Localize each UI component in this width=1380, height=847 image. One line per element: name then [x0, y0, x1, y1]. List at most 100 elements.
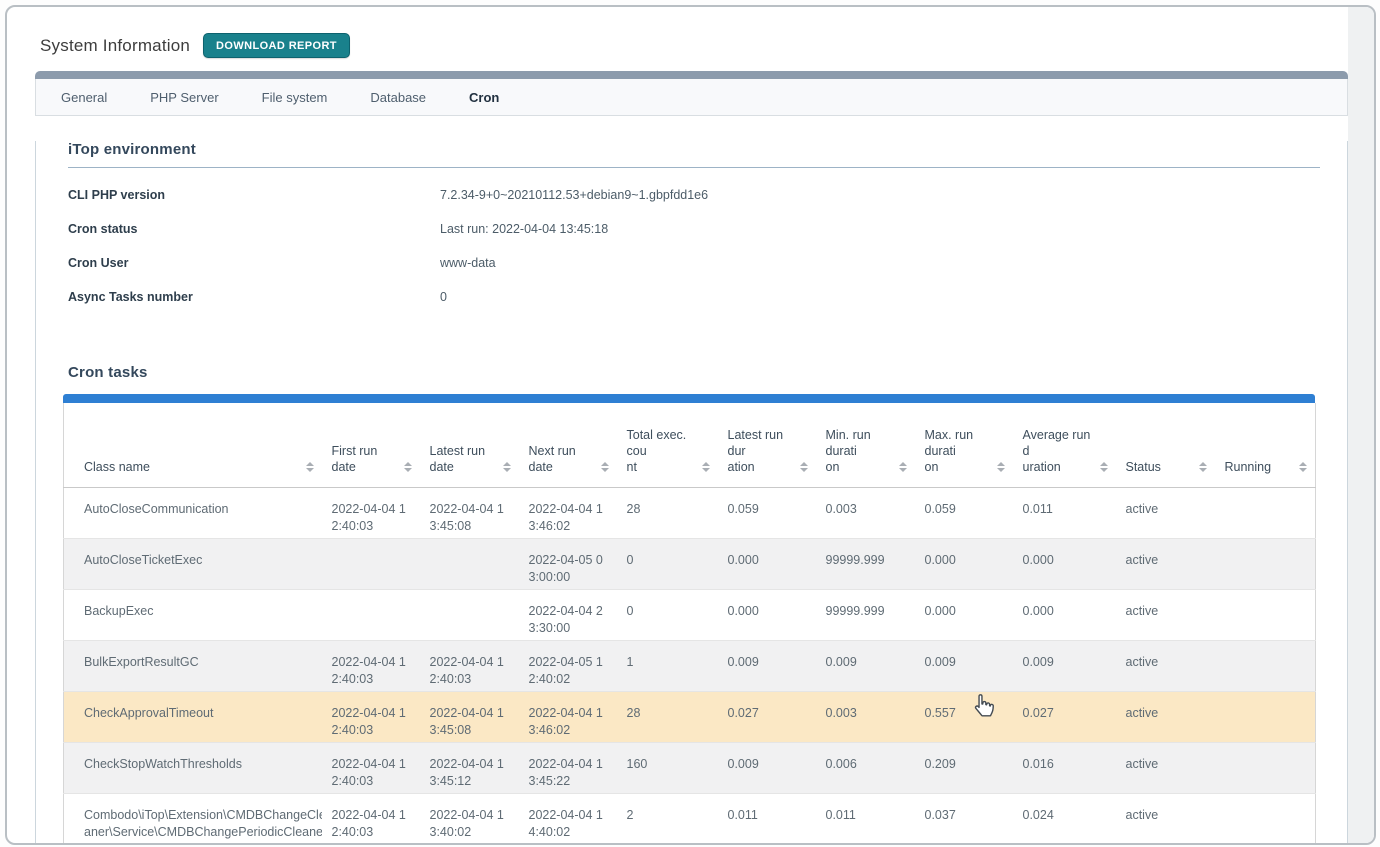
sort-icon[interactable]	[1199, 462, 1207, 472]
field-row: Async Tasks number0	[68, 284, 1320, 318]
tab-container: General PHP Server File system Database Cron…	[35, 71, 1348, 845]
field-row: Cron Userwww-data	[68, 250, 1320, 284]
tab-file-system[interactable]: File system	[262, 90, 328, 105]
column-header[interactable]: Min. run durati on	[816, 403, 915, 488]
system-information-window: System Information DOWNLOAD REPORT Gener…	[5, 5, 1376, 845]
table-cell: CheckApprovalTimeout	[64, 692, 322, 743]
table-cell: 28	[617, 488, 718, 539]
table-cell: active	[1116, 845, 1215, 846]
table-cell: 0.000	[718, 845, 816, 846]
table-cell: 2022-04-04 1 3:40:02	[420, 794, 519, 845]
sort-icon[interactable]	[800, 462, 808, 472]
cron-tab-panel: iTop environment CLI PHP version7.2.34-9…	[35, 141, 1348, 845]
table-cell: 2022-04-04 1 2:40:03	[322, 488, 420, 539]
table-cell	[420, 590, 519, 641]
table-cell: BulkExportResultGC	[64, 641, 322, 692]
column-header[interactable]: Max. run durati on	[915, 403, 1013, 488]
tab-php-server[interactable]: PHP Server	[150, 90, 218, 105]
field-row: CLI PHP version7.2.34-9+0~20210112.53+de…	[68, 182, 1320, 216]
column-header[interactable]: Status	[1116, 403, 1215, 488]
column-header-label: Status	[1126, 459, 1161, 475]
table-cell: 0.000	[915, 845, 1013, 846]
table-cell: AutoCloseTicketExec	[64, 539, 322, 590]
table-cell: active	[1116, 641, 1215, 692]
table-cell	[1215, 845, 1316, 846]
table-cell	[1215, 539, 1316, 590]
table-cell: 0.000	[915, 590, 1013, 641]
table-row[interactable]: CheckApprovalTimeout2022-04-04 1 2:40:03…	[64, 692, 1316, 743]
field-value: 7.2.34-9+0~20210112.53+debian9~1.gbpfdd1…	[440, 188, 708, 202]
sort-icon[interactable]	[404, 462, 412, 472]
table-row[interactable]: BackupExec2022-04-04 2 3:30:0000.0009999…	[64, 590, 1316, 641]
table-cell: 0.011	[816, 794, 915, 845]
table-cell: 0.003	[816, 692, 915, 743]
column-header-label: Running	[1225, 459, 1272, 475]
tab-cron[interactable]: Cron	[469, 90, 499, 105]
table-cell	[420, 539, 519, 590]
column-header[interactable]: First run date	[322, 403, 420, 488]
table-row[interactable]: CheckStopWatchThresholds2022-04-04 1 2:4…	[64, 743, 1316, 794]
column-header[interactable]: Class name	[64, 403, 322, 488]
table-cell: 28	[617, 692, 718, 743]
column-header-label: Latest run dur ation	[728, 427, 796, 475]
column-header-label: Class name	[84, 459, 150, 475]
table-cell: active	[1116, 743, 1215, 794]
table-cell: 0.027	[718, 692, 816, 743]
sort-icon[interactable]	[306, 462, 314, 472]
column-header[interactable]: Average run d uration	[1013, 403, 1116, 488]
table-cell: 2	[617, 794, 718, 845]
table-cell: 2022-04-04 2 3:30:00	[519, 590, 617, 641]
column-header[interactable]: Latest run date	[420, 403, 519, 488]
table-cell: 0.059	[718, 488, 816, 539]
table-cell: 0.024	[1013, 794, 1116, 845]
table-cell: 2022-04-05 1 2:40:02	[519, 641, 617, 692]
field-value: www-data	[440, 256, 496, 270]
column-header-label: Next run date	[529, 443, 597, 475]
table-cell: 0.011	[1013, 488, 1116, 539]
table-cell: 2022-04-04 1 2:40:03	[322, 743, 420, 794]
sort-icon[interactable]	[997, 462, 1005, 472]
download-report-button[interactable]: DOWNLOAD REPORT	[203, 33, 350, 58]
sort-icon[interactable]	[601, 462, 609, 472]
sort-icon[interactable]	[1100, 462, 1108, 472]
table-cell	[1215, 641, 1316, 692]
table-row[interactable]: AutoCloseTicketExec 2022-04-05 0 3:00:00 0…	[64, 539, 1316, 590]
table-cell: active	[1116, 692, 1215, 743]
cron-tasks-section-heading: Cron tasks	[68, 364, 1320, 381]
table-cell: 2022-04-05 0	[519, 845, 617, 846]
table-cell: 0.557	[915, 692, 1013, 743]
table-cell: 2022-04-04 1 3:45:08	[420, 692, 519, 743]
tab-general[interactable]: General	[61, 90, 107, 105]
scrollbar-track[interactable]	[1348, 7, 1374, 843]
table-cell: 0.000	[718, 539, 816, 590]
column-header[interactable]: Total exec. cou nt	[617, 403, 718, 488]
table-row[interactable]: AutoCloseCommunication2022-04-04 1 2:40:…	[64, 488, 1316, 539]
column-header-label: Max. run durati on	[925, 427, 993, 475]
sort-icon[interactable]	[503, 462, 511, 472]
sort-icon[interactable]	[702, 462, 710, 472]
table-row[interactable]: BulkExportResultGC2022-04-04 1 2:40:0320…	[64, 641, 1316, 692]
table-cell: 2022-04-05 0 3:00:00	[519, 539, 617, 590]
table-cell: 0.009	[1013, 641, 1116, 692]
column-header[interactable]: Running	[1215, 403, 1316, 488]
table-cell: 0.009	[816, 641, 915, 692]
table-header-row: Class name First run dateLatest run date N…	[64, 403, 1316, 488]
table-cell: 0.209	[915, 743, 1013, 794]
sort-icon[interactable]	[1299, 462, 1307, 472]
table-cell: active	[1116, 590, 1215, 641]
table-cell: CheckStopWatchThresholds	[64, 743, 322, 794]
tab-database[interactable]: Database	[370, 90, 426, 105]
table-cell: 2022-04-04 1 3:45:08	[420, 488, 519, 539]
cron-tasks-table: Class name First run dateLatest run date N…	[63, 403, 1316, 845]
table-cell	[1215, 692, 1316, 743]
tab-header-bar	[35, 71, 1348, 79]
column-header[interactable]: Next run date	[519, 403, 617, 488]
table-cell: active	[1116, 539, 1215, 590]
table-row[interactable]: Combodo\iTop\Extension\CMDBChangeCle ane…	[64, 794, 1316, 845]
table-cell	[420, 845, 519, 846]
sort-icon[interactable]	[899, 462, 907, 472]
column-header[interactable]: Latest run dur ation	[718, 403, 816, 488]
field-row: Cron statusLast run: 2022-04-04 13:45:18	[68, 216, 1320, 250]
table-row[interactable]: Combodo\iTop\Extension\CMDBChangeCle2022…	[64, 845, 1316, 846]
table-cell: 160	[617, 743, 718, 794]
